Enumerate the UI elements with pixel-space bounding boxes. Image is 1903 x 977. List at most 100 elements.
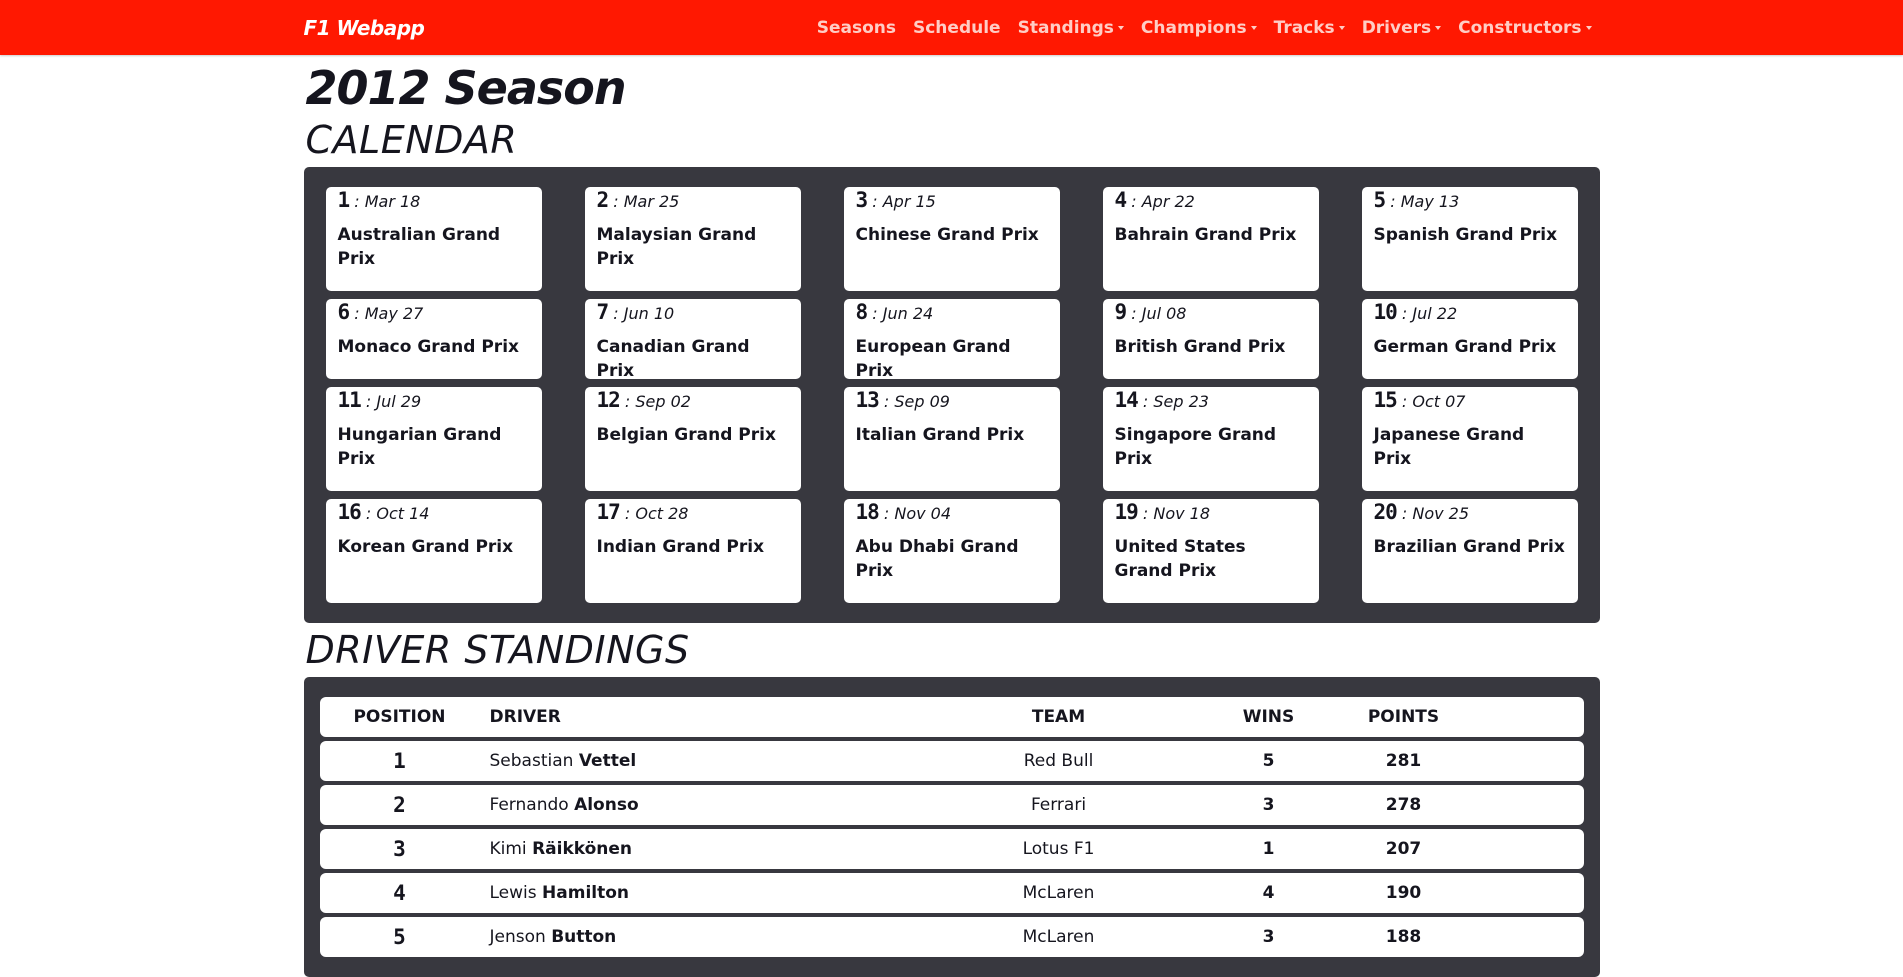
race-round: 9 bbox=[1114, 300, 1128, 324]
table-row[interactable]: 2 Fernando Alonso Ferrari 3 278 bbox=[319, 785, 1584, 825]
race-date: : Oct 28 bbox=[624, 504, 689, 523]
race-card[interactable]: 7 : Jun 10 Canadian Grand Prix bbox=[584, 299, 801, 381]
race-name: Hungarian Grand Prix bbox=[337, 425, 502, 469]
standings-title: DRIVER STANDINGS bbox=[305, 628, 690, 672]
nav-link-seasons[interactable]: Seasons bbox=[817, 18, 896, 38]
nav-link-drivers[interactable]: Drivers bbox=[1362, 18, 1442, 38]
race-card[interactable]: 20 : Nov 25 Brazilian Grand Prix bbox=[1361, 499, 1578, 603]
race-card[interactable]: 18 : Nov 04 Abu Dhabi Grand Prix bbox=[843, 499, 1060, 603]
nav-link-label: Schedule bbox=[912, 17, 1001, 38]
driver-wins: 4 bbox=[1262, 883, 1275, 903]
driver-points: 207 bbox=[1385, 839, 1422, 859]
race-card[interactable]: 8 : Jun 24 European Grand Prix bbox=[843, 299, 1060, 381]
race-card[interactable]: 13 : Sep 09 Italian Grand Prix bbox=[843, 387, 1060, 491]
nav-link-standings[interactable]: Standings bbox=[1018, 18, 1124, 38]
nav-link-label: Champions bbox=[1140, 17, 1247, 38]
driver-position: 1 bbox=[320, 749, 480, 773]
driver-first-name: Sebastian bbox=[489, 751, 574, 771]
driver-first-name: Jenson bbox=[489, 927, 546, 947]
brand-logo[interactable]: F1 Webapp bbox=[304, 16, 425, 40]
race-round: 15 bbox=[1373, 388, 1398, 412]
table-row[interactable]: 5 Jenson Button McLaren 3 188 bbox=[319, 917, 1584, 957]
driver-points: 188 bbox=[1385, 927, 1422, 947]
table-row[interactable]: 1 Sebastian Vettel Red Bull 5 281 bbox=[319, 741, 1584, 781]
driver-wins: 3 bbox=[1262, 927, 1275, 947]
standings-header-row: POSITION DRIVER TEAM WINS POINTS bbox=[319, 697, 1584, 737]
race-name: Italian Grand Prix bbox=[855, 425, 1025, 445]
race-card[interactable]: 16 : Oct 14 Korean Grand Prix bbox=[325, 499, 542, 603]
race-name: Bahrain Grand Prix bbox=[1114, 225, 1297, 245]
table-row[interactable]: 4 Lewis Hamilton McLaren 4 190 bbox=[319, 873, 1584, 913]
race-date: : Jun 24 bbox=[872, 304, 934, 323]
nav-link-tracks[interactable]: Tracks bbox=[1274, 18, 1345, 38]
race-round: 11 bbox=[337, 388, 362, 412]
race-card[interactable]: 14 : Sep 23 Singapore Grand Prix bbox=[1102, 387, 1319, 491]
driver-name: Kimi Räikkönen bbox=[480, 839, 924, 859]
nav-link-label: Standings bbox=[1017, 17, 1114, 38]
race-header: 13 : Sep 09 bbox=[856, 387, 1048, 413]
race-card[interactable]: 12 : Sep 02 Belgian Grand Prix bbox=[584, 387, 801, 491]
race-date: : May 13 bbox=[1390, 192, 1460, 211]
race-card[interactable]: 6 : May 27 Monaco Grand Prix bbox=[325, 299, 542, 379]
race-card[interactable]: 1 : Mar 18 Australian Grand Prix bbox=[325, 187, 542, 291]
race-round: 6 bbox=[337, 300, 351, 324]
race-header: 18 : Nov 04 bbox=[856, 499, 1048, 525]
nav-link-label: Tracks bbox=[1273, 17, 1335, 38]
driver-last-name: Button bbox=[551, 927, 617, 947]
driver-name: Lewis Hamilton bbox=[480, 883, 924, 903]
race-header: 10 : Jul 22 bbox=[1374, 299, 1566, 325]
race-card[interactable]: 5 : May 13 Spanish Grand Prix bbox=[1361, 187, 1578, 291]
page-title: 2012 Season bbox=[305, 61, 627, 115]
nav-link-schedule[interactable]: Schedule bbox=[913, 18, 1001, 38]
race-card[interactable]: 9 : Jul 08 British Grand Prix bbox=[1102, 299, 1319, 379]
race-card[interactable]: 17 : Oct 28 Indian Grand Prix bbox=[584, 499, 801, 603]
race-header: 1 : Mar 18 bbox=[338, 187, 530, 213]
race-round: 20 bbox=[1373, 500, 1398, 524]
race-header: 16 : Oct 14 bbox=[338, 499, 530, 525]
standings-panel: POSITION DRIVER TEAM WINS POINTS 1 Sebast… bbox=[303, 677, 1600, 977]
race-card[interactable]: 19 : Nov 18 United States Grand Prix bbox=[1102, 499, 1319, 603]
race-round: 13 bbox=[855, 388, 880, 412]
driver-wins: 3 bbox=[1262, 795, 1275, 815]
race-date: : May 27 bbox=[354, 304, 424, 323]
race-name: Brazilian Grand Prix bbox=[1373, 537, 1565, 557]
driver-last-name: Hamilton bbox=[542, 883, 630, 903]
race-name: German Grand Prix bbox=[1373, 337, 1557, 357]
race-card[interactable]: 10 : Jul 22 German Grand Prix bbox=[1361, 299, 1578, 379]
calendar-panel: 1 : Mar 18 Australian Grand Prix 2 : Mar 2… bbox=[303, 167, 1600, 623]
driver-name: Sebastian Vettel bbox=[480, 751, 924, 771]
nav-link-label: Constructors bbox=[1458, 17, 1582, 38]
race-date: : Sep 02 bbox=[624, 392, 691, 411]
position-number: 4 bbox=[393, 881, 406, 905]
nav-link-champions[interactable]: Champions bbox=[1141, 18, 1257, 38]
race-round: 10 bbox=[1373, 300, 1398, 324]
race-name: Indian Grand Prix bbox=[596, 537, 765, 557]
race-round: 18 bbox=[855, 500, 880, 524]
table-row[interactable]: 3 Kimi Räikkönen Lotus F1 1 207 bbox=[319, 829, 1584, 869]
race-header: 4 : Apr 22 bbox=[1115, 187, 1307, 213]
race-name: British Grand Prix bbox=[1114, 337, 1286, 357]
race-round: 16 bbox=[337, 500, 362, 524]
driver-first-name: Fernando bbox=[489, 795, 569, 815]
race-date: : Jul 29 bbox=[365, 392, 422, 411]
race-header: 6 : May 27 bbox=[338, 299, 530, 325]
race-card[interactable]: 15 : Oct 07 Japanese Grand Prix bbox=[1361, 387, 1578, 491]
race-card[interactable]: 4 : Apr 22 Bahrain Grand Prix bbox=[1102, 187, 1319, 291]
race-date: : Nov 25 bbox=[1401, 504, 1470, 523]
driver-first-name: Kimi bbox=[489, 839, 527, 859]
race-date: : Apr 22 bbox=[1131, 192, 1195, 211]
race-round: 19 bbox=[1114, 500, 1139, 524]
race-name: Monaco Grand Prix bbox=[337, 337, 519, 357]
nav-link-constructors[interactable]: Constructors bbox=[1458, 17, 1592, 38]
race-round: 17 bbox=[596, 500, 621, 524]
race-card[interactable]: 2 : Mar 25 Malaysian Grand Prix bbox=[584, 187, 801, 291]
race-name: European Grand Prix bbox=[855, 337, 1011, 381]
race-card[interactable]: 11 : Jul 29 Hungarian Grand Prix bbox=[325, 387, 542, 491]
race-name: Canadian Grand Prix bbox=[596, 337, 750, 381]
race-date: : Mar 25 bbox=[613, 192, 680, 211]
driver-last-name: Alonso bbox=[574, 795, 639, 815]
race-header: 5 : May 13 bbox=[1374, 187, 1566, 213]
race-card[interactable]: 3 : Apr 15 Chinese Grand Prix bbox=[843, 187, 1060, 291]
race-date: : Sep 09 bbox=[883, 392, 950, 411]
race-date: : Apr 15 bbox=[872, 192, 936, 211]
